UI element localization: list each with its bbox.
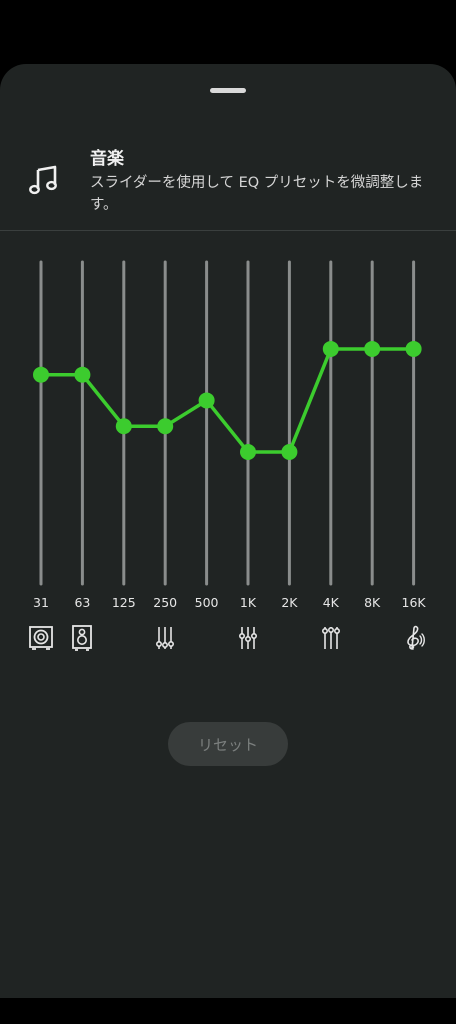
subwoofer-icon — [27, 624, 55, 652]
equalizer-sliders[interactable] — [0, 254, 456, 594]
frequency-label-16K: 16K — [401, 595, 426, 610]
treble-clef-icon — [400, 624, 428, 652]
frequency-label-500: 500 — [194, 595, 219, 610]
equalizer-mid-icon — [234, 624, 262, 652]
preset-description: スライダーを使用して EQ プリセットを微調整します。 — [90, 175, 424, 213]
slider-knob-16K[interactable] — [405, 340, 422, 357]
frequency-label-31: 31 — [33, 595, 49, 610]
frequency-label-2K: 2K — [281, 595, 298, 610]
frequency-label-1K: 1K — [239, 595, 257, 610]
equalizer-sheet: 音楽 スライダーを使用して EQ プリセットを微調整します。 31 63 125 25… — [0, 64, 456, 998]
equalizer-high-icon — [317, 624, 345, 652]
frequency-label-8K: 8K — [364, 595, 381, 610]
equalizer-low-icon — [151, 624, 179, 652]
slider-knob-1K[interactable] — [240, 443, 256, 460]
slider-knob-125[interactable] — [115, 418, 132, 435]
slider-knob-31[interactable] — [33, 366, 49, 383]
speaker-icon — [68, 624, 96, 652]
preset-title: 音楽 — [90, 149, 124, 169]
frequency-labels: 31 63 125 250 500 1K 2K 4K 8K 16K — [0, 595, 456, 615]
frequency-label-4K: 4K — [322, 595, 339, 610]
slider-knob-250[interactable] — [157, 418, 174, 435]
slider-knob-4K[interactable] — [322, 340, 339, 357]
slider-knob-8K[interactable] — [364, 340, 381, 357]
reset-button[interactable]: リセット — [168, 722, 288, 766]
slider-knob-2K[interactable] — [281, 443, 298, 460]
drag-handle[interactable] — [210, 88, 246, 93]
eq-curve — [41, 347, 414, 454]
slider-knob-63[interactable] — [74, 366, 91, 383]
divider — [0, 230, 456, 231]
frequency-label-125: 125 — [111, 595, 136, 610]
navigation-bar — [0, 998, 456, 1024]
frequency-label-250: 250 — [153, 595, 178, 610]
frequency-label-63: 63 — [74, 595, 91, 610]
music-note-icon — [28, 164, 60, 196]
slider-knob-500[interactable] — [198, 392, 215, 409]
